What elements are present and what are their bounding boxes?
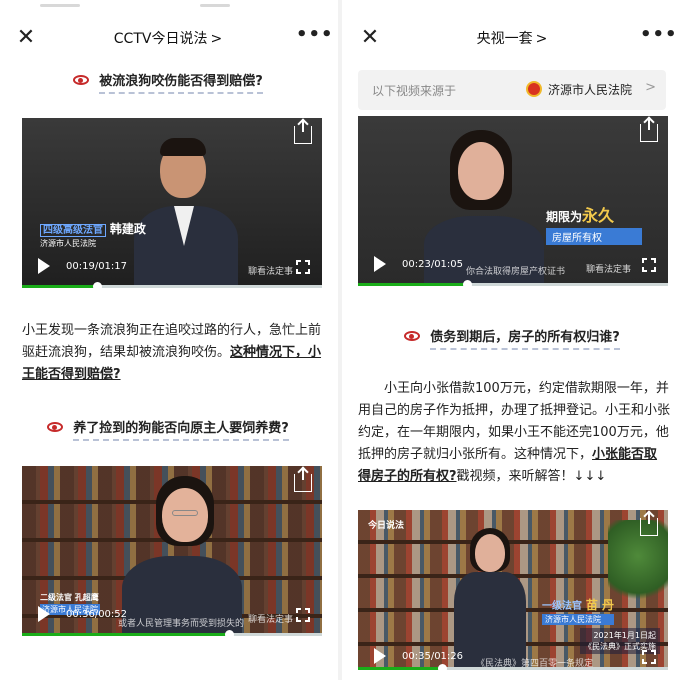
fullscreen-icon[interactable] [296, 260, 310, 274]
section-heading-text: 养了捡到的狗能否向原主人要饲养费? [73, 421, 289, 441]
law-notice-line1: 2021年1月1日起 [593, 631, 656, 640]
navbar: ✕ CCTV今日说法 > ••• [0, 16, 336, 60]
video-time: 00:23/01:05 [402, 259, 463, 270]
chevron-right-icon: > [210, 31, 223, 47]
current-time: 00:19 [66, 261, 95, 272]
speaker-title: 四级高级法官 [40, 224, 106, 237]
video-time: 00:35/01:26 [402, 651, 463, 662]
source-name: 济源市人民法院 [548, 83, 633, 97]
video-player[interactable]: 四级高级法官 韩建政 济源市人民法院 00:19/01:17 聊看法定事 [22, 118, 322, 288]
article-paragraph: 小王向小张借款100万元，约定借款期限一年，并用自己的房子作为抵押，办理了抵押登… [358, 378, 670, 488]
fullscreen-icon[interactable] [642, 258, 656, 272]
more-icon[interactable]: ••• [640, 26, 677, 50]
duration: /01:05 [430, 259, 464, 270]
fullscreen-icon[interactable] [642, 650, 656, 664]
speaker-org: 济源市人民法院 [542, 614, 615, 625]
eye-icon [404, 330, 421, 341]
right-article-panel: ✕ 央视一套 > ••• 以下视频来源于 济源市人民法院 > 期限为永久 房屋所有… [344, 0, 680, 680]
account-title[interactable]: CCTV今日说法 > [0, 28, 336, 48]
chevron-right-icon: > [645, 80, 656, 95]
share-icon[interactable] [640, 512, 658, 536]
account-title[interactable]: 央视一套 > [344, 28, 680, 48]
eye-icon [73, 74, 90, 85]
account-title-text: 央视一套 [476, 31, 533, 47]
play-icon[interactable] [38, 606, 50, 622]
speaker-name: 苗 丹 [585, 598, 615, 612]
watermark: 聊看法定事 [248, 615, 294, 625]
current-time: 00:36 [66, 609, 95, 620]
speaker-title: 二级法官 [40, 593, 72, 602]
watermark: 聊看法定事 [586, 265, 632, 275]
video-subtitle: 你合法取得房屋产权证书 [466, 267, 566, 277]
eye-icon [47, 421, 64, 432]
share-icon[interactable] [640, 118, 658, 142]
caption-plate: 期限为永久 房屋所有权 [546, 202, 642, 245]
top-strip [0, 0, 336, 10]
source-label: 以下视频来源于 [372, 84, 457, 98]
section-heading: 被流浪狗咬伤能否得到赔偿? [0, 70, 336, 94]
paragraph-tail: 戳视频，来听解答！↓↓↓ [456, 469, 607, 484]
section-heading: 养了捡到的狗能否向原主人要饲养费? [0, 417, 336, 441]
play-icon[interactable] [374, 648, 386, 664]
video-player[interactable]: 期限为永久 房屋所有权 00:23/01:05 你合法取得房屋产权证书 聊看法定… [358, 116, 668, 286]
section-heading-text: 被流浪狗咬伤能否得到赔偿? [99, 74, 263, 94]
chevron-right-icon: > [535, 31, 548, 47]
speaker-title: 一级法官 [542, 601, 582, 612]
speaker-nameplate: 四级高级法官 韩建政 济源市人民法院 [40, 220, 146, 249]
current-time: 00:35 [402, 651, 431, 662]
more-icon[interactable]: ••• [296, 26, 333, 50]
current-time: 00:23 [402, 259, 431, 270]
article-paragraph: 小王发现一条流浪狗正在追咬过路的行人，急忙上前驱赶流浪狗，结果却被流浪狗咬伤。这… [22, 320, 324, 386]
panel-divider [338, 0, 342, 680]
section-heading-text: 债务到期后，房子的所有权归谁? [430, 330, 620, 350]
speaker-name: 韩建政 [109, 222, 146, 236]
court-emblem-icon [526, 81, 542, 97]
caption-sub: 房屋所有权 [546, 228, 642, 245]
duration: /01:17 [94, 261, 128, 272]
navbar: ✕ 央视一套 > ••• [344, 16, 680, 60]
play-icon[interactable] [38, 258, 50, 274]
video-subtitle: 或者人民管理事务而受到损失的 [118, 619, 245, 629]
caption-highlight: 永久 [582, 206, 615, 225]
section-heading: 债务到期后，房子的所有权归谁? [344, 326, 680, 350]
video-source-banner[interactable]: 以下视频来源于 济源市人民法院 > [358, 70, 666, 110]
share-icon[interactable] [294, 120, 312, 144]
speaker-name: 孔超鹰 [74, 593, 99, 602]
speaker-org: 济源市人民法院 [40, 239, 96, 248]
speaker-nameplate: 一级法官 苗 丹 济源市人民法院 [542, 596, 615, 625]
fullscreen-icon[interactable] [296, 608, 310, 622]
video-progress[interactable] [358, 664, 668, 670]
video-player[interactable]: 今日说法 一级法官 苗 丹 济源市人民法院 2021年1月1日起 《民法典》正式… [358, 510, 668, 670]
video-progress[interactable] [22, 630, 322, 636]
video-time: 00:19/01:17 [66, 261, 127, 272]
duration: /01:26 [430, 651, 464, 662]
watermark: 聊看法定事 [248, 267, 294, 277]
video-player[interactable]: 二级法官 孔超鹰 济源市人民法院 00:36/00:52 或者人民管理事务而受到… [22, 466, 322, 636]
share-icon[interactable] [294, 468, 312, 492]
video-progress[interactable] [358, 280, 668, 286]
video-progress[interactable] [22, 282, 322, 288]
left-article-panel: ✕ CCTV今日说法 > ••• 被流浪狗咬伤能否得到赔偿? 四级高级法官 韩建政… [0, 0, 336, 680]
program-logo: 今日说法 [368, 521, 405, 531]
play-icon[interactable] [374, 256, 386, 272]
caption-prefix: 期限为 [546, 210, 583, 224]
account-title-text: CCTV今日说法 [113, 31, 208, 47]
